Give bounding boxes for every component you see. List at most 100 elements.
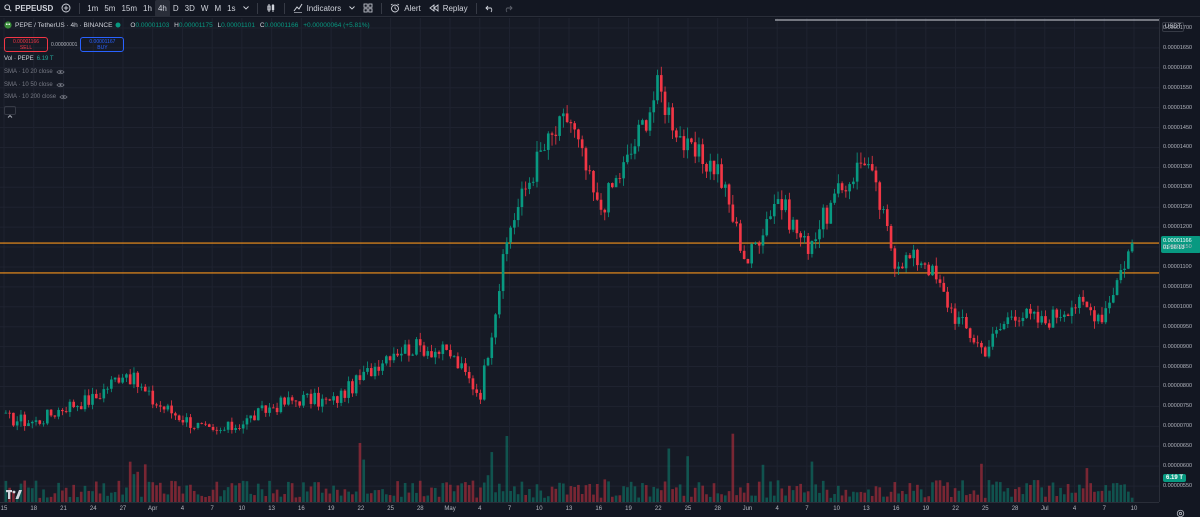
candle-body [927,264,931,276]
timeframe-d[interactable]: D [170,0,182,17]
volume-bar [806,491,810,502]
time-tick-label: 10 [833,506,840,512]
compare-symbol-button[interactable] [57,0,75,17]
collapse-legend-button[interactable] [4,106,16,118]
candle-body [313,392,317,404]
volume-bar [844,489,848,502]
timeframe-1m[interactable]: 1m [84,0,101,17]
time-tick-label: 19 [327,506,335,512]
volume-bar [121,494,124,502]
time-tick-label: 10 [535,506,543,512]
candle-body [497,291,501,315]
candle-body [610,183,614,188]
volume-bar [607,481,610,502]
eye-icon[interactable] [59,94,68,100]
candle-body [987,346,991,357]
time-tick-label: 25 [684,506,692,512]
candle-body [241,424,245,429]
timeframe-15m[interactable]: 15m [118,0,140,17]
redo-icon [505,5,513,13]
volume-bar [727,491,731,502]
symbol-search[interactable]: PEPEUSD [0,0,57,17]
time-tick-label: 25 [981,506,989,512]
candle-body [750,244,754,264]
timeframe-dropdown[interactable] [239,0,253,17]
timeframe-5m[interactable]: 5m [101,0,118,17]
timeframe-3d[interactable]: 3D [182,0,198,17]
candle-body [656,75,659,101]
volume-bar [539,490,543,502]
indicators-dropdown[interactable] [345,0,359,17]
indicator-sma-20[interactable]: SMA · 10 20 close [4,69,65,75]
chart-pane[interactable] [0,18,1159,502]
close-label: C [259,21,265,29]
indicator-volume[interactable]: Vol · PEPE 6.19 T [4,56,54,62]
candle-body [983,347,987,357]
buy-button[interactable]: 0.00001167 BUY [80,37,125,52]
indicator-sma-200[interactable]: SMA · 10 200 close [4,94,68,100]
indicator-volume-value: 6.19 T [36,56,54,62]
candle-body [415,339,418,355]
volume-bar [1036,480,1040,502]
candle-body [712,160,716,175]
timeframe-1h[interactable]: 1h [140,0,155,17]
candle-body [433,351,437,358]
indicator-sma-50[interactable]: SMA · 10 50 close [4,82,65,88]
candle-body [618,178,622,179]
volume-bar [1078,484,1081,502]
volume-bar [976,494,980,502]
volume-bar [358,442,362,502]
eye-icon[interactable] [56,82,65,88]
price-tick-label: 0.00001100 [1163,263,1192,270]
candle-body [1029,308,1032,314]
volume-bar [336,489,339,502]
candle-body [249,415,253,419]
candle-body [136,372,140,388]
eye-icon[interactable] [56,69,65,75]
candle-body [15,421,19,426]
price-chart[interactable] [0,18,1159,502]
candle-body [475,389,479,393]
candle-body [1127,251,1130,269]
volume-bar [652,486,656,502]
timeframe-1s[interactable]: 1s [224,0,238,17]
divider [381,2,383,14]
replay-button[interactable]: Replay [425,0,472,17]
indicators-button[interactable]: Indicators [289,0,346,17]
volume-bar [723,495,727,502]
candle-body [923,263,927,265]
candle-body [309,393,313,404]
time-axis[interactable]: 15 18 21 24 27 Apr 4 7 10 13 16 19 22 25 28 May 4 7 10 13 16… [0,502,1159,517]
candle-body [531,181,535,183]
candle-body [637,124,641,147]
timeframe-4h[interactable]: 4h [154,0,170,17]
volume-bar [302,482,305,502]
price-scale[interactable]: USDT 0.00001166 01:56:13 6.19 T 0.000017… [1159,18,1200,502]
volume-bar [275,489,279,502]
time-tick-label: 28 [1011,506,1019,512]
timeframe-w[interactable]: W [198,0,212,17]
candle-body [520,188,524,208]
timeframe-m[interactable]: M [211,0,224,17]
sell-button[interactable]: 0.00001166 SELL [4,37,48,52]
undo-button[interactable] [481,0,499,17]
volume-bar [27,487,30,502]
candle-body [554,134,558,136]
candle-body [889,226,893,249]
candle-body [456,356,460,369]
search-icon [4,4,12,12]
alert-button[interactable]: Alert [386,0,424,17]
chart-settings-button[interactable] [1176,505,1185,517]
layouts-button[interactable] [359,0,377,17]
candle-body [215,429,219,431]
volume-bar [788,485,791,502]
volume-bar [505,436,509,502]
volume-bar [893,482,897,502]
redo-button[interactable] [499,0,517,17]
volume-bar [467,485,471,502]
volume-bar [238,483,241,502]
volume-bar [953,488,957,502]
chart-type-button[interactable] [262,0,280,17]
volume-bar [445,482,448,502]
volume-bar [441,483,445,502]
